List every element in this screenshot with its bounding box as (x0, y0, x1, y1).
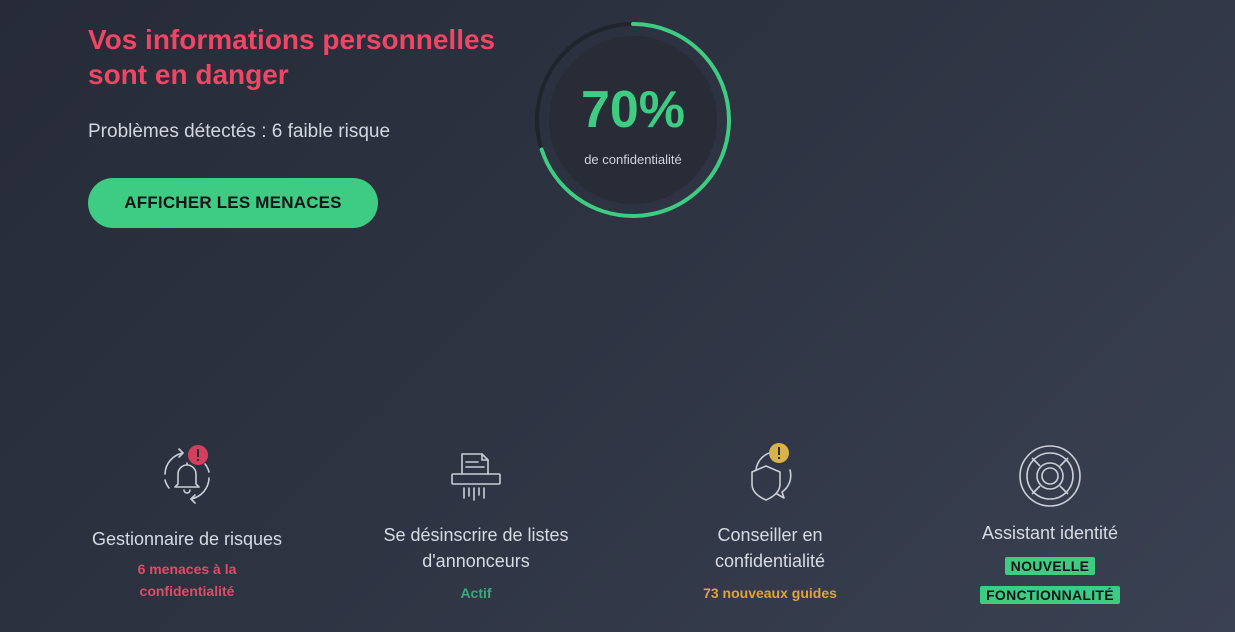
bell-cycle-icon (151, 440, 223, 512)
issues-detected-text: Problèmes détectés : 6 faible risque (88, 121, 391, 142)
privacy-score-gauge: 70% de confidentialité (533, 20, 733, 220)
badge-line: NOUVELLE (1004, 557, 1096, 575)
privacy-score-caption: de confidentialité (584, 152, 682, 167)
feature-status: 6 menaces à la confidentialité (57, 558, 317, 602)
feature-title: Se désinscrire de listes d'annonceurs (346, 522, 606, 574)
new-feature-badge: NOUVELLE FONCTIONNALITÉ (920, 552, 1180, 610)
warning-badge-icon (769, 443, 789, 463)
feature-identity-assistant[interactable]: Assistant identité NOUVELLE FONCTIONNALI… (920, 440, 1180, 610)
alert-badge-icon (188, 445, 208, 465)
title-line: Conseiller en (717, 525, 823, 545)
feature-title: Conseiller en confidentialité (640, 522, 900, 574)
title-line: confidentialité (714, 551, 826, 571)
feature-title: Assistant identité (981, 523, 1119, 543)
danger-headline: Vos informations personnelles sont en da… (88, 24, 496, 90)
shield-chat-icon (734, 440, 806, 512)
feature-title: Gestionnaire de risques (91, 529, 283, 549)
shredder-icon (440, 440, 512, 512)
show-threats-button[interactable]: AFFICHER LES MENACES (88, 178, 378, 228)
badge-line: FONCTIONNALITÉ (980, 586, 1120, 604)
feature-risk-manager[interactable]: Gestionnaire de risques 6 menaces à la c… (57, 440, 317, 602)
feature-status: Actif (460, 585, 492, 601)
title-line: d'annonceurs (422, 551, 530, 571)
feature-ad-unsubscribe[interactable]: Se désinscrire de listes d'annonceurs Ac… (346, 440, 606, 604)
feature-privacy-advisor[interactable]: Conseiller en confidentialité 73 nouveau… (640, 440, 900, 604)
status-line: confidentialité (139, 583, 235, 599)
status-line: 6 menaces à la (137, 561, 237, 577)
title-line: Se désinscrire de listes (383, 525, 569, 545)
feature-status: 73 nouveaux guides (703, 585, 837, 601)
lifebuoy-icon (1014, 440, 1086, 512)
privacy-score-value: 70% (580, 81, 686, 139)
